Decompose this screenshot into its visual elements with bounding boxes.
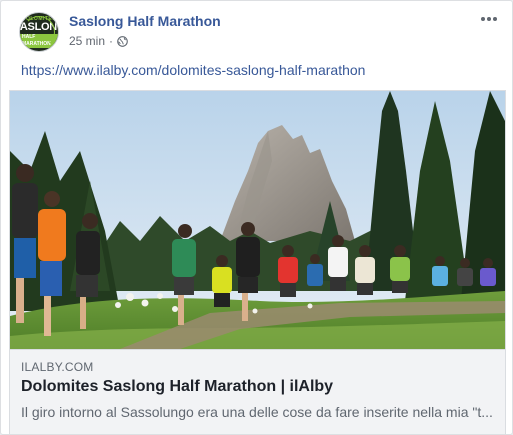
more-options-button[interactable] bbox=[478, 10, 500, 28]
meta-separator: · bbox=[109, 34, 114, 48]
page-avatar[interactable]: DOLOMITES SASLONG HALF MARATHON bbox=[19, 12, 59, 52]
post-timestamp[interactable]: 25 min bbox=[69, 34, 105, 48]
post-url-link[interactable]: https://www.ilalby.com/dolomites-saslong… bbox=[21, 62, 365, 78]
link-preview-info[interactable]: ILALBY.COM Dolomites Saslong Half Marath… bbox=[10, 349, 505, 434]
link-title[interactable]: Dolomites Saslong Half Marathon | ilAlby bbox=[21, 378, 333, 396]
link-description: Il giro intorno al Sassolungo era una de… bbox=[21, 404, 493, 420]
link-preview-card[interactable]: ILALBY.COM Dolomites Saslong Half Marath… bbox=[9, 90, 506, 434]
avatar-ring bbox=[23, 16, 55, 48]
link-domain: ILALBY.COM bbox=[21, 360, 94, 374]
post-meta: 25 min · bbox=[69, 34, 128, 48]
feed-post: DOLOMITES SASLONG HALF MARATHON Saslong … bbox=[0, 0, 513, 435]
globe-icon[interactable] bbox=[117, 35, 128, 47]
link-preview-image[interactable] bbox=[10, 91, 505, 349]
page-name-link[interactable]: Saslong Half Marathon bbox=[69, 13, 221, 29]
more-dots-icon bbox=[480, 17, 485, 21]
